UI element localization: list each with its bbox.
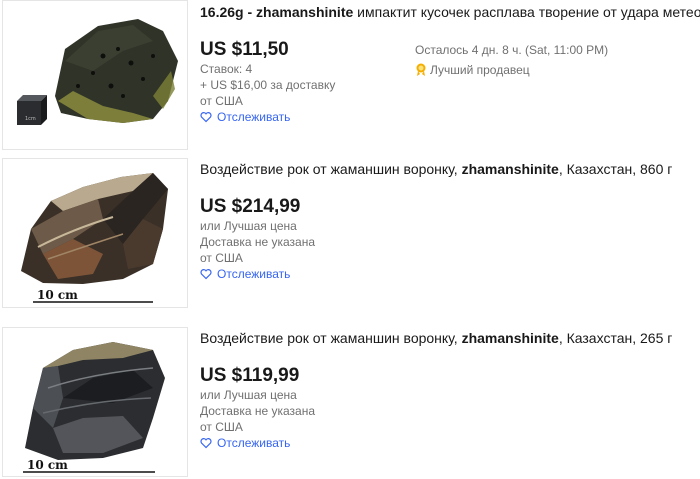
title-text: Воздействие рок от жаманшин воронку, xyxy=(200,161,462,177)
heart-icon xyxy=(200,438,212,449)
item-location: от США xyxy=(200,94,243,108)
scale-label: 10 cm xyxy=(27,458,68,472)
rock-photo: 1cm xyxy=(3,1,187,149)
listing-image[interactable]: 10 cm xyxy=(2,158,188,308)
title-bold: 16.26g - zhamanshinite xyxy=(200,4,354,20)
listing-3: 10 cm Воздействие рок от жаманшин воронк… xyxy=(0,327,700,477)
watch-label: Отслеживать xyxy=(217,436,291,450)
title-text: импактит кусочек расплава творение от уд… xyxy=(353,4,700,20)
title-text-end: , Казахстан, 860 г xyxy=(558,161,673,177)
listing-title[interactable]: 16.26g - zhamanshinite импактит кусочек … xyxy=(200,4,700,21)
listing-1: 1cm 16.26g - zhamanshinite импактит кусо… xyxy=(0,0,700,150)
title-text-end: , Казахстан, 265 г xyxy=(558,330,673,346)
listing-2: 10 cm Воздействие рок от жаманшин воронк… xyxy=(0,158,700,308)
best-offer: или Лучшая цена xyxy=(200,219,297,233)
watch-button[interactable]: Отслеживать xyxy=(200,435,700,451)
seller-label: Лучший продавец xyxy=(430,63,530,77)
watch-label: Отслеживать xyxy=(217,110,291,124)
rock-photo: 10 cm xyxy=(3,328,187,476)
watch-label: Отслеживать xyxy=(217,267,291,281)
best-offer: или Лучшая цена xyxy=(200,388,297,402)
auction-info: Осталось 4 дн. 8 ч. (Sat, 11:00 PM) Лучш… xyxy=(415,40,608,80)
top-seller-badge: Лучший продавец xyxy=(415,60,608,80)
shipping-info: Доставка не указана xyxy=(200,404,316,418)
watch-button[interactable]: Отслеживать xyxy=(200,266,700,282)
title-bold: zhamanshinite xyxy=(461,330,559,346)
watch-button[interactable]: Отслеживать xyxy=(200,109,700,125)
listing-price: US $214,99 xyxy=(200,196,301,217)
listing-title[interactable]: Воздействие рок от жаманшин воронку, zha… xyxy=(200,330,700,347)
rock-photo: 10 cm xyxy=(3,159,187,307)
listing-image[interactable]: 1cm xyxy=(2,0,188,150)
title-bold: zhamanshinite xyxy=(461,161,559,177)
listing-image[interactable]: 10 cm xyxy=(2,327,188,477)
scale-label: 10 cm xyxy=(37,288,78,302)
title-text: Воздействие рок от жаманшин воронку, xyxy=(200,330,462,346)
shipping-info: Доставка не указана xyxy=(200,235,316,249)
heart-icon xyxy=(200,112,212,123)
scale-cube-label: 1cm xyxy=(25,116,36,122)
time-left: Осталось 4 дн. 8 ч. (Sat, 11:00 PM) xyxy=(415,43,609,57)
listing-title[interactable]: Воздействие рок от жаманшин воронку, zha… xyxy=(200,161,700,178)
item-location: от США xyxy=(200,420,243,434)
heart-icon xyxy=(200,269,212,280)
listing-price: US $119,99 xyxy=(200,365,300,386)
medal-icon xyxy=(416,63,426,76)
item-location: от США xyxy=(200,251,243,265)
